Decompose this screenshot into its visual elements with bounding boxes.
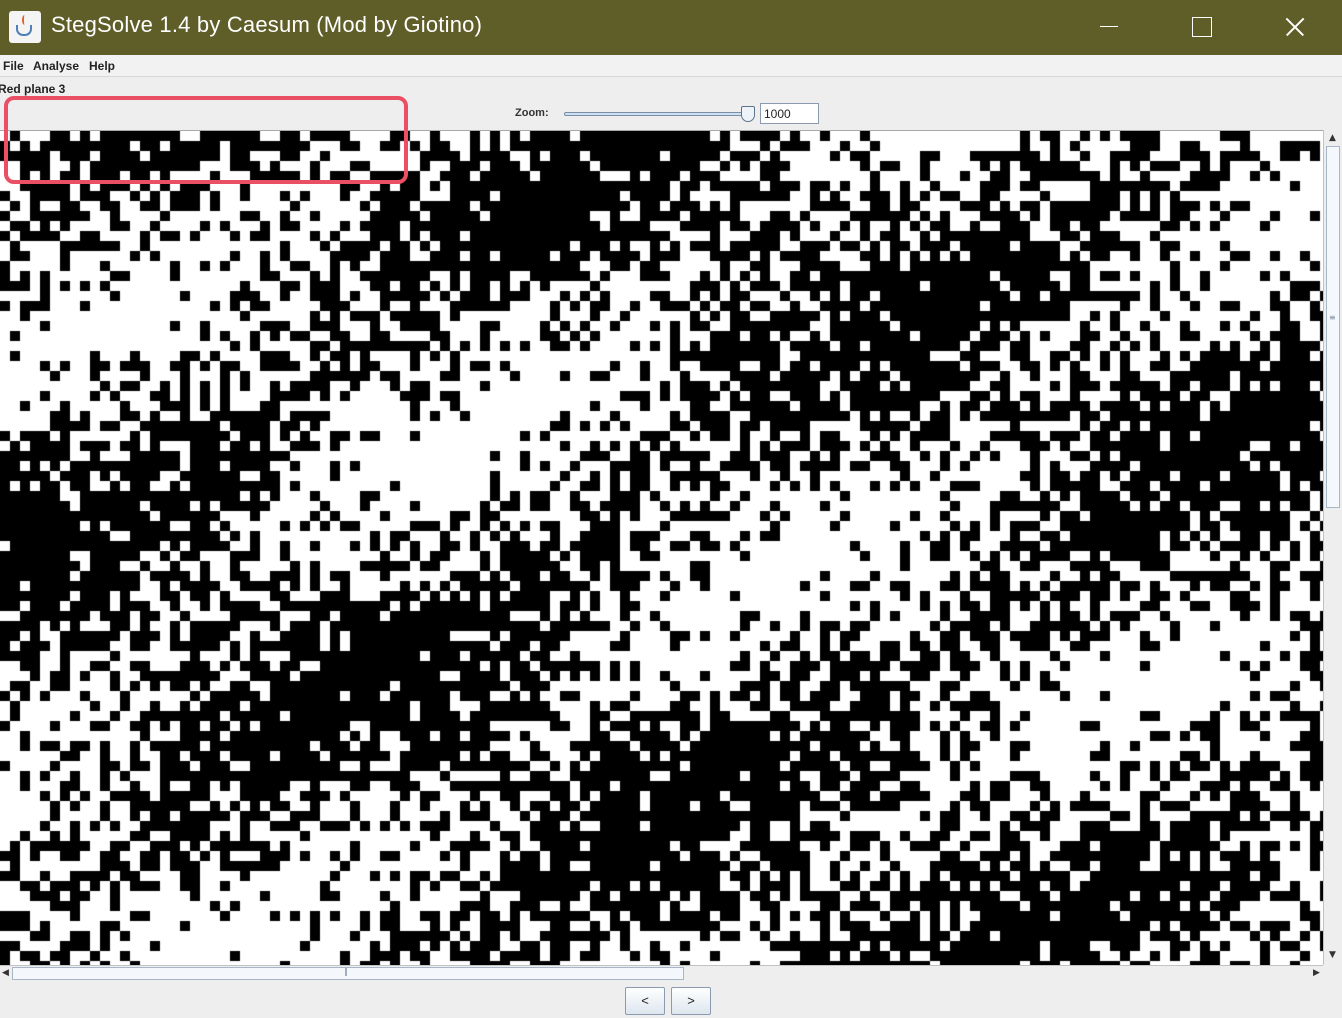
horizontal-scroll-thumb[interactable] [12, 967, 684, 980]
menu-file[interactable]: File [3, 59, 24, 73]
next-plane-button[interactable]: > [671, 987, 711, 1015]
scroll-left-icon[interactable]: ◀ [2, 968, 9, 978]
title-bar: StegSolve 1.4 by Caesum (Mod by Giotino) [0, 0, 1342, 55]
scroll-right-icon[interactable]: ▶ [1313, 968, 1320, 978]
prev-plane-button[interactable]: < [625, 987, 665, 1015]
java-app-icon [9, 11, 41, 43]
zoom-slider[interactable] [564, 112, 754, 116]
zoom-label: Zoom: [515, 107, 549, 119]
navigation-bar: < > [0, 981, 1342, 1018]
scroll-up-icon[interactable]: ▲ [1329, 133, 1336, 143]
image-viewport[interactable] [0, 130, 1323, 965]
vertical-scrollbar[interactable]: ▲ ≡ ▼ [1323, 130, 1342, 965]
zoom-slider-thumb[interactable] [741, 106, 755, 122]
maximize-icon[interactable] [1156, 0, 1248, 55]
horizontal-scrollbar[interactable]: ◀ ‖ ▶ [0, 965, 1323, 981]
zoom-input[interactable] [760, 103, 819, 124]
plane-label: Red plane 3 [0, 82, 66, 96]
menu-bar: File Analyse Help [0, 55, 1342, 77]
bitplane-image [0, 131, 1323, 965]
grip-icon: ≡ [1329, 313, 1336, 322]
minimize-icon[interactable] [1064, 0, 1156, 55]
window-title: StegSolve 1.4 by Caesum (Mod by Giotino) [51, 12, 483, 37]
grip-icon: ‖ [344, 967, 348, 976]
scroll-down-icon[interactable]: ▼ [1329, 950, 1336, 960]
vertical-scroll-thumb[interactable] [1326, 146, 1340, 508]
menu-analyse[interactable]: Analyse [33, 59, 79, 73]
close-icon[interactable] [1248, 0, 1340, 55]
menu-help[interactable]: Help [89, 59, 115, 73]
highlight-box [4, 96, 408, 184]
